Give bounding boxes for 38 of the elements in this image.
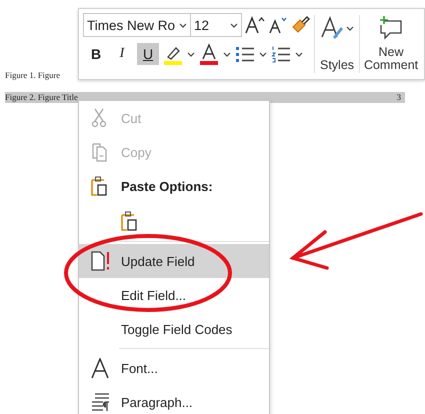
caret-icon [230,22,238,28]
comment-icon [378,15,404,41]
clipboard-icon [121,211,137,231]
menu-item[interactable]: Update Field [79,244,269,278]
bullets-button[interactable] [235,45,255,63]
paragraph-icon [91,392,111,412]
menu-item[interactable]: Font... [79,351,269,385]
font-color-button[interactable] [199,43,219,65]
caret-icon [295,52,303,56]
caption-text: Figure 2. Figure Title [5,92,78,103]
caret-icon [179,22,187,28]
new-comment-button[interactable]: New Comment [360,9,422,79]
bullet-list-icon [235,45,255,63]
menu-item[interactable]: Edit Field... [79,278,269,312]
caption-text: Figure 1. Figure [5,70,60,81]
font-name-dropdown[interactable]: Times New Ro [83,13,191,37]
page-number: 3 [396,92,401,103]
menu-item[interactable]: Paragraph... [79,385,269,414]
format-button[interactable]: I [111,43,133,65]
grow-font-button[interactable] [244,14,266,36]
caret-icon [187,52,195,56]
font-color-icon [199,43,219,65]
numbering-button[interactable] [271,45,291,63]
font-size-dropdown[interactable]: 12 [190,13,242,37]
styles-button[interactable]: Styles [315,9,360,79]
letter-a-icon [91,358,111,378]
menu-item[interactable]: Toggle Field Codes [79,312,269,346]
styles-icon [320,15,344,41]
numbered-list-icon [271,45,291,63]
caret-icon [259,52,267,56]
caret-icon [223,52,231,56]
paste-option-button[interactable] [121,211,137,231]
menu-heading: Paste Options: [79,169,269,203]
document-alert-icon [91,250,111,272]
grow-font-icon [244,14,266,36]
caret-icon [346,26,354,30]
format-button[interactable]: U [137,43,159,65]
format-button[interactable]: B [85,43,107,65]
